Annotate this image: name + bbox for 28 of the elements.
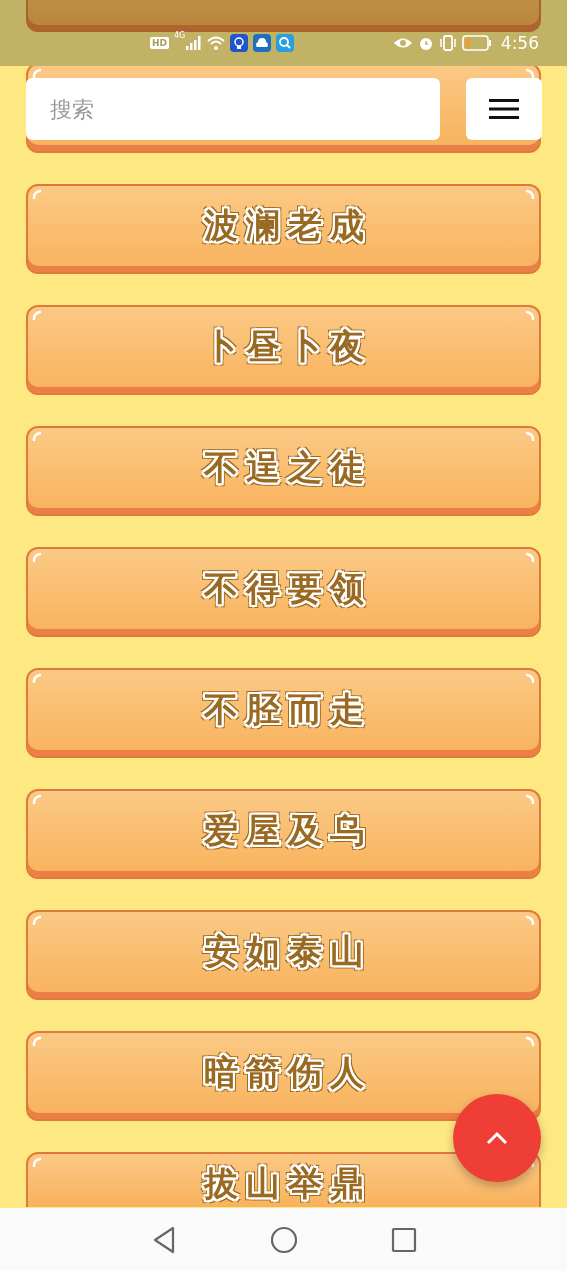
idiom-card[interactable]: 安如泰山 [26,910,541,1000]
menu-icon [489,98,519,120]
home-icon [269,1225,298,1254]
network-type: 4G [174,31,186,40]
bulb-app-icon [230,34,249,52]
clock-time: 4:56 [500,33,539,53]
back-icon [151,1225,176,1254]
menu-button[interactable] [466,78,542,140]
eye-icon [392,36,413,50]
recents-icon [390,1226,417,1253]
idiom-card[interactable]: 卜昼卜夜 [26,305,541,395]
chevron-up-icon [486,1131,508,1145]
idiom-card[interactable]: 不得要领 [26,547,541,637]
wifi-icon [207,36,226,50]
vibrate-icon [438,35,457,51]
idiom-card[interactable]: 不逞之徒 [26,426,541,516]
alarm-icon [417,35,434,51]
idiom-card[interactable]: 波澜老成 [26,184,541,274]
hd-indicator: HD [150,37,169,49]
idiom-card[interactable]: 暗箭伤人 [26,1031,541,1121]
idiom-card[interactable]: 不胫而走 [26,668,541,758]
battery-icon [461,35,492,51]
signal-icon [186,36,203,50]
search-field[interactable]: 搜索 [26,78,440,140]
idiom-card[interactable]: 爱屋及乌 [26,789,541,879]
cloud-app-icon [253,34,272,52]
search-app-icon [276,34,295,52]
idiom-card[interactable]: 拔山举鼎 [26,1152,541,1207]
